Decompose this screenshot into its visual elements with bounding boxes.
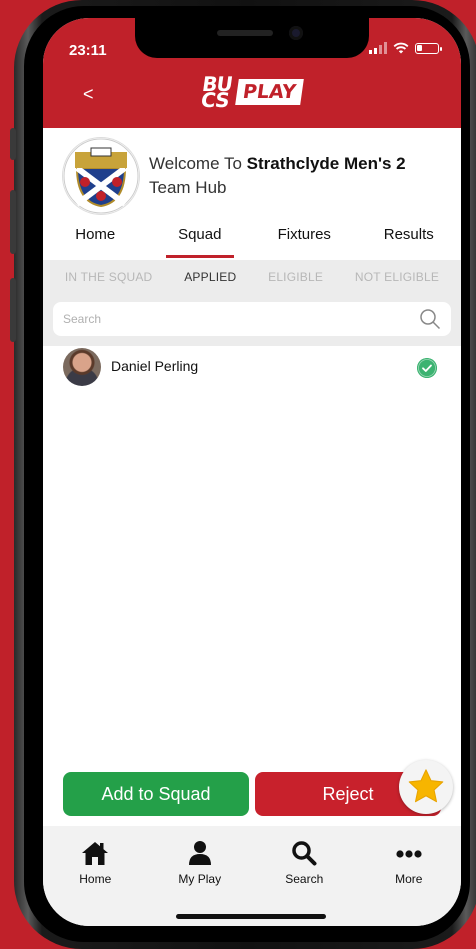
tab-fixtures[interactable]: Fixtures [252, 222, 357, 260]
subtab-eligible[interactable]: ELIGIBLE [268, 270, 323, 284]
search-box [53, 302, 451, 336]
member-name: Daniel Perling [111, 358, 199, 374]
bottom-nav: Home My Play Search More [43, 826, 461, 926]
volume-up-button [10, 190, 16, 254]
home-indicator [176, 914, 326, 919]
nav-search-label: Search [285, 872, 324, 886]
team-crest [63, 138, 139, 214]
search-icon [292, 841, 317, 866]
search-icon[interactable] [419, 308, 441, 330]
nav-home-label: Home [79, 872, 112, 886]
logo-play: PLAY [235, 79, 304, 105]
squad-filter-bar: IN THE SQUAD APPLIED ELIGIBLE NOT ELIGIB… [43, 260, 461, 346]
logo-bucs: BU CS [199, 72, 234, 112]
app-screen: 23:11 < BU CS PLAY Welcome To Strathclyd… [43, 18, 461, 926]
team-title: Welcome To Strathclyde Men's 2 Team Hub [149, 152, 449, 200]
tab-results[interactable]: Results [357, 222, 462, 260]
star-button[interactable] [399, 760, 453, 814]
check-icon[interactable] [417, 358, 437, 378]
nav-more-label: More [395, 872, 423, 886]
nav-search[interactable]: Search [252, 826, 357, 926]
tab-squad[interactable]: Squad [148, 222, 253, 260]
welcome-text: Welcome To [149, 154, 242, 173]
status-icons [369, 42, 442, 54]
team-tabs: Home Squad Fixtures Results [43, 222, 461, 260]
list-item[interactable]: Daniel Perling [43, 346, 461, 388]
mute-switch [10, 128, 16, 160]
volume-down-button [10, 278, 16, 342]
person-icon [188, 841, 211, 865]
nav-home[interactable]: Home [43, 826, 148, 926]
subtab-not-eligible[interactable]: NOT ELIGIBLE [355, 270, 439, 284]
app-header: 23:11 < BU CS PLAY [43, 18, 461, 128]
avatar [63, 348, 101, 386]
more-icon [396, 850, 422, 858]
wifi-icon [393, 42, 409, 54]
star-icon [408, 769, 444, 803]
back-button[interactable]: < [83, 84, 107, 108]
home-icon [82, 842, 109, 865]
team-hub-text: Team Hub [149, 178, 227, 197]
team-name: Strathclyde Men's 2 [246, 154, 406, 173]
nav-my-play[interactable]: My Play [148, 826, 253, 926]
add-to-squad-button[interactable]: Add to Squad [63, 772, 249, 816]
bucs-play-logo: BU CS PLAY [197, 72, 304, 112]
subtab-applied[interactable]: APPLIED [184, 270, 236, 284]
signal-icon [369, 42, 387, 54]
nav-my-play-label: My Play [178, 872, 222, 886]
nav-more[interactable]: More [357, 826, 462, 926]
battery-icon [415, 42, 442, 54]
search-input[interactable] [53, 302, 393, 336]
subtab-in-the-squad[interactable]: IN THE SQUAD [65, 270, 153, 284]
tab-home[interactable]: Home [43, 222, 148, 260]
notch [135, 18, 369, 58]
status-time: 23:11 [69, 42, 107, 59]
